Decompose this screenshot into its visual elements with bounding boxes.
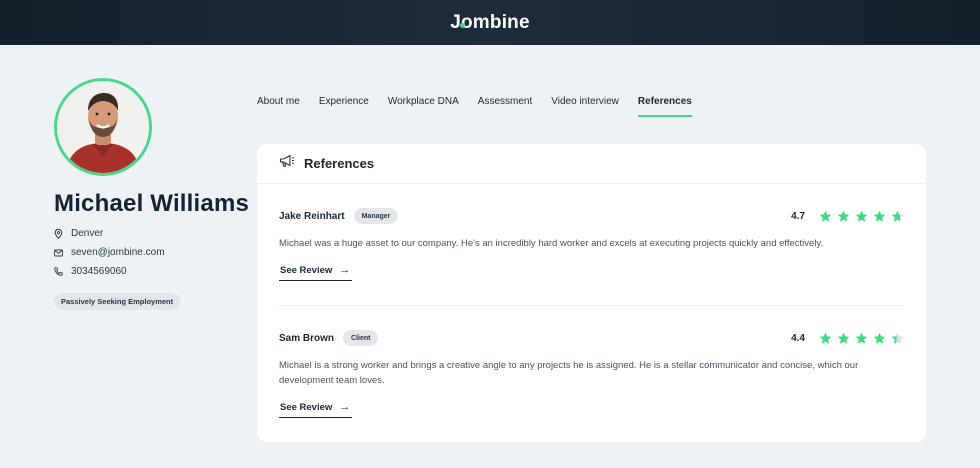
- see-review-link[interactable]: See Review →: [279, 264, 352, 281]
- reviewer-role-badge: Client: [343, 330, 379, 346]
- map-pin-icon: [54, 228, 63, 239]
- star-rating: [814, 210, 904, 223]
- star-icon: [837, 332, 850, 344]
- top-navbar: Jombine: [0, 0, 980, 45]
- star-icon: [819, 332, 832, 344]
- reviewer-name: Sam Brown: [279, 332, 335, 344]
- star-icon: [873, 332, 886, 344]
- rating-score: 4.4: [791, 332, 805, 344]
- tab-video-interview[interactable]: Video interview: [551, 96, 619, 117]
- rating: 4.4: [791, 332, 904, 345]
- see-review-label: See Review: [280, 401, 333, 413]
- arrow-right-icon: →: [339, 264, 351, 276]
- rating-score: 4.7: [791, 210, 805, 222]
- star-icon: [891, 210, 904, 222]
- profile-name: Michael Williams: [54, 190, 250, 217]
- see-review-link[interactable]: See Review →: [279, 401, 352, 418]
- status-badge: Passively Seeking Employment: [54, 293, 181, 310]
- tab-assessment[interactable]: Assessment: [478, 96, 532, 117]
- review-text: Michael was a huge asset to our company.…: [279, 238, 824, 249]
- avatar: [54, 78, 152, 176]
- reviewer-role-badge: Manager: [353, 208, 399, 224]
- reference-item: Jake Reinhart Manager 4.7 Michael was a …: [279, 207, 904, 281]
- tab-workplace-dna[interactable]: Workplace DNA: [388, 96, 459, 117]
- tab-experience[interactable]: Experience: [319, 96, 369, 117]
- see-review-label: See Review: [280, 264, 333, 276]
- profile-location: Denver: [54, 228, 103, 239]
- megaphone-icon: [279, 154, 295, 173]
- location-text: Denver: [71, 228, 104, 239]
- star-icon: [855, 332, 868, 344]
- reviewer-name: Jake Reinhart: [279, 210, 345, 222]
- references-card: References Jake Reinhart Manager 4.7 Mic…: [257, 144, 926, 442]
- star-rating: [814, 332, 904, 345]
- star-icon: [873, 210, 886, 222]
- star-icon: [855, 210, 868, 222]
- star-icon: [891, 332, 904, 344]
- profile-phone: 3034569060: [54, 266, 127, 277]
- email-text[interactable]: seven@jombine.com: [71, 247, 165, 258]
- profile-tabs: About me Experience Workplace DNA Assess…: [257, 96, 711, 117]
- star-icon: [837, 210, 850, 222]
- envelope-icon: [54, 248, 63, 258]
- references-header: References: [257, 144, 926, 184]
- reference-item: Sam Brown Client 4.4 Michael is a strong…: [279, 329, 904, 418]
- review-text: Michael is a strong worker and brings a …: [279, 360, 859, 386]
- logo-accent-dot: [460, 22, 466, 28]
- avatar-photo: [57, 81, 149, 173]
- tab-about-me[interactable]: About me: [257, 96, 300, 117]
- tab-references[interactable]: References: [637, 96, 692, 117]
- references-title: References: [304, 156, 375, 171]
- divider: [279, 305, 904, 306]
- arrow-right-icon: →: [339, 401, 351, 413]
- jombine-logo[interactable]: Jombine: [450, 12, 530, 34]
- phone-icon: [54, 267, 63, 277]
- phone-text[interactable]: 3034569060: [71, 266, 127, 277]
- profile-email: seven@jombine.com: [54, 247, 165, 258]
- rating: 4.7: [791, 210, 904, 223]
- star-icon: [819, 210, 832, 222]
